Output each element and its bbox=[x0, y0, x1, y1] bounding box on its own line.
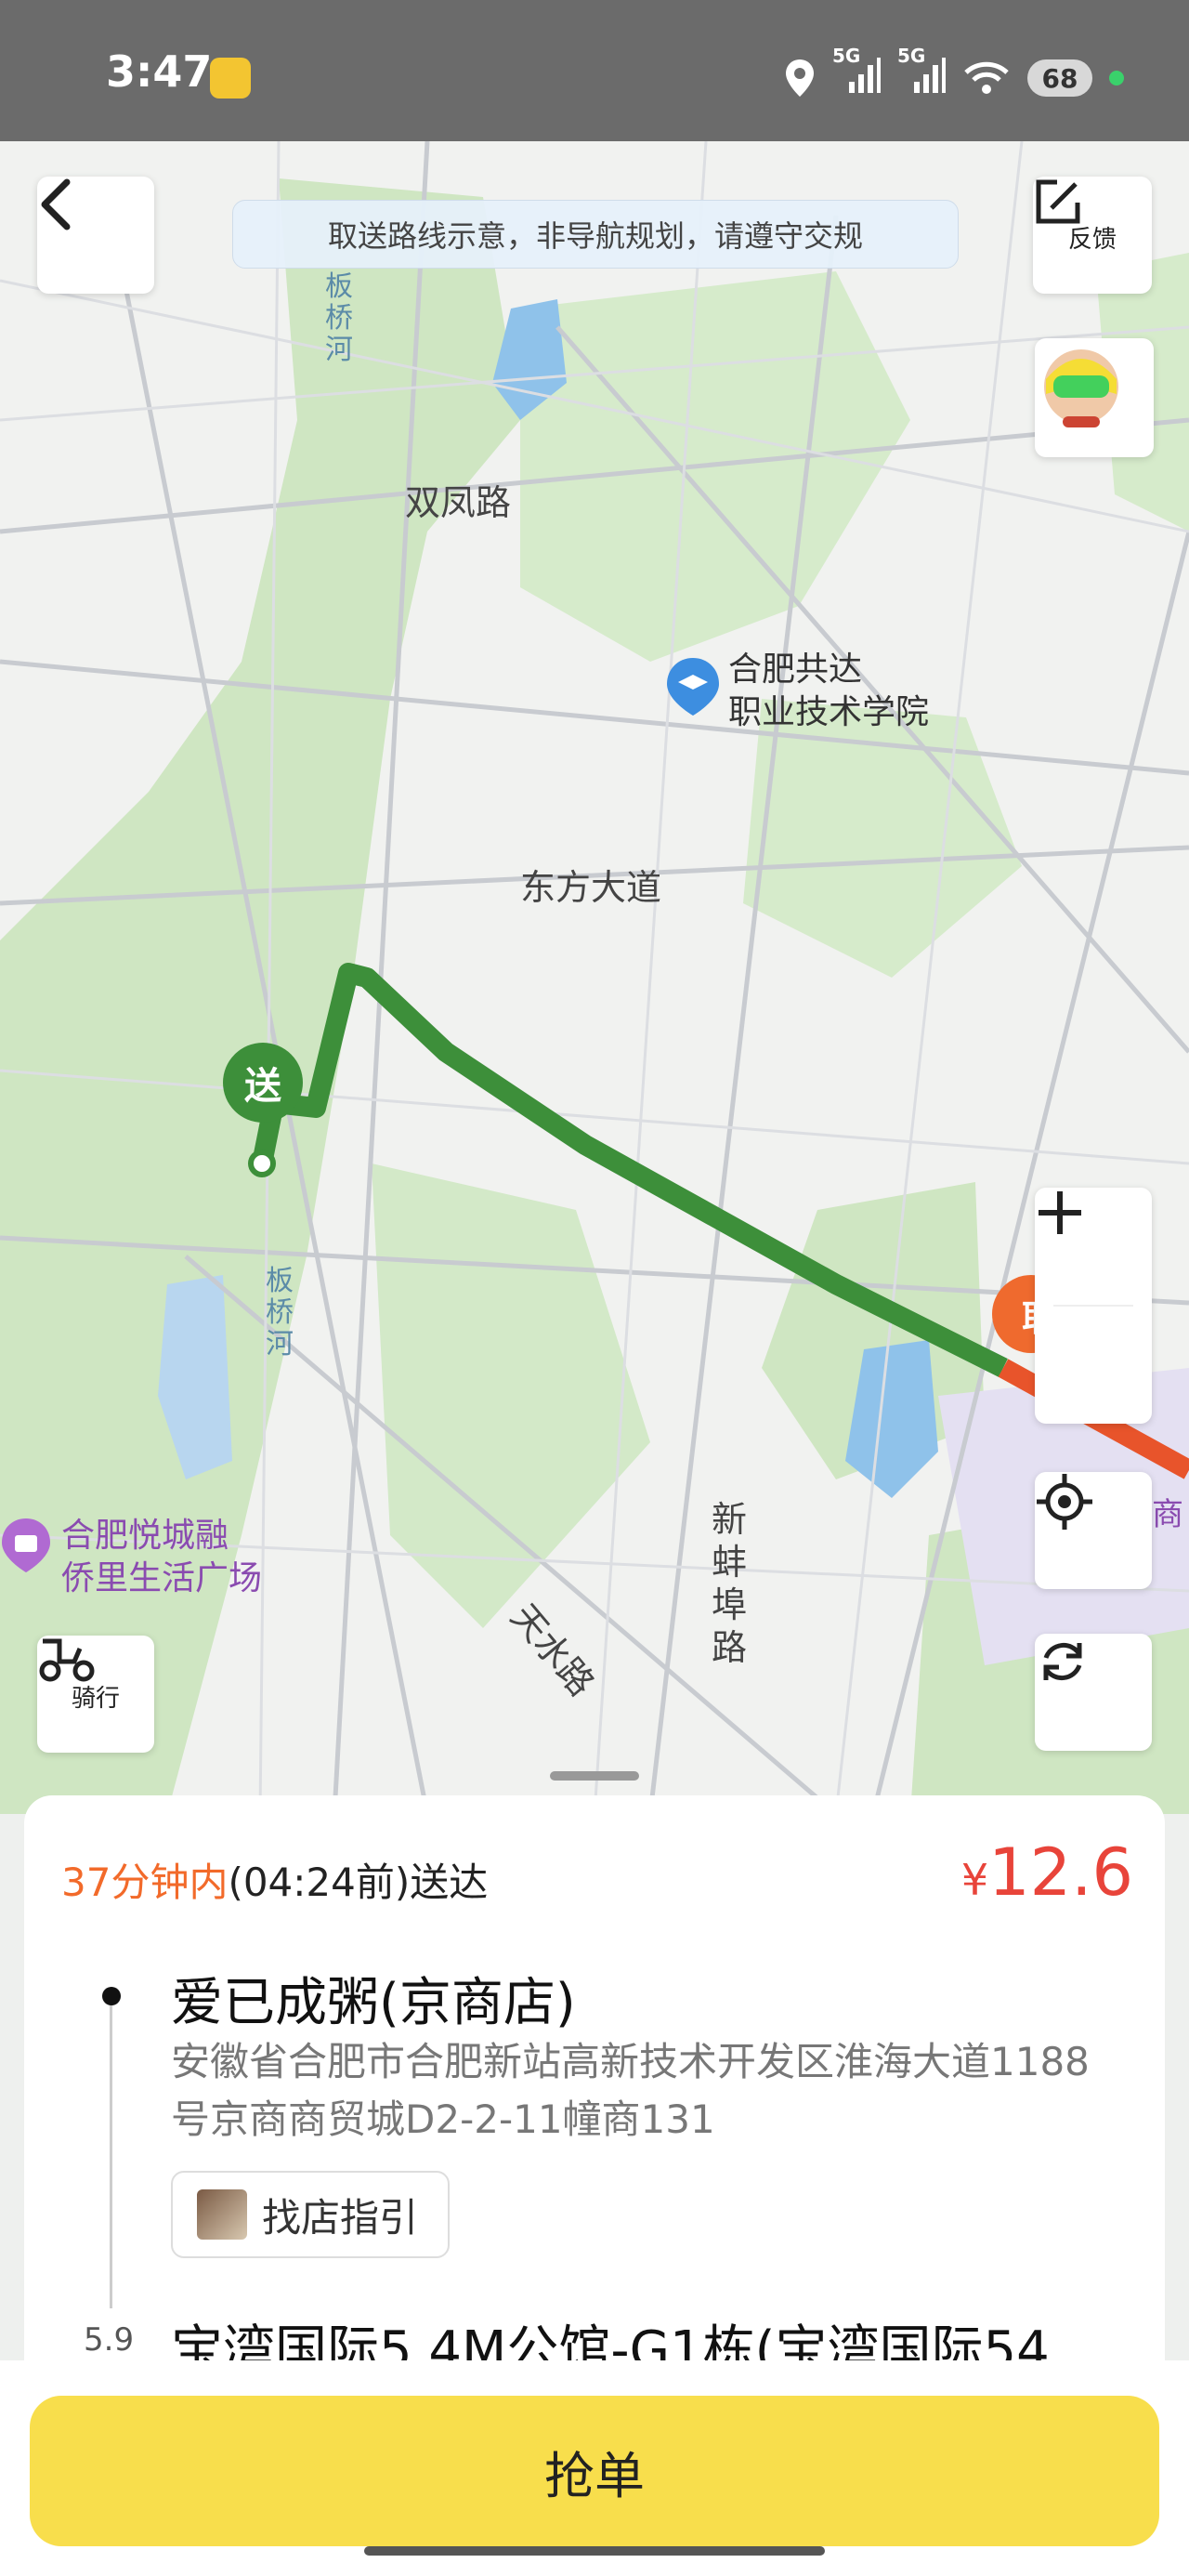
ride-mode-button[interactable]: 骑行 bbox=[37, 1636, 154, 1753]
assistant-avatar-button[interactable] bbox=[1035, 338, 1154, 457]
poi-school-line2: 职业技术学院 bbox=[728, 693, 930, 731]
grab-order-button[interactable]: 抢单 bbox=[30, 2396, 1159, 2546]
store-guide-button[interactable]: 找店指引 bbox=[171, 2171, 450, 2258]
scooter-icon bbox=[39, 1638, 95, 1682]
robot-avatar-icon bbox=[1044, 349, 1118, 427]
eta-minutes: 37分钟内 bbox=[61, 1860, 229, 1905]
ride-mode-label: 骑行 bbox=[71, 1684, 120, 1713]
distance-label: 5.9 bbox=[84, 2321, 135, 2359]
route-map[interactable]: 送 取 双凤路 东方大道 新蚌埠路 天水路 板桥河 板桥河 合肥共达 职业技术学… bbox=[0, 141, 1189, 1814]
back-arrow-icon bbox=[41, 178, 71, 230]
eta-deadline: (04:24前)送达 bbox=[228, 1860, 489, 1905]
signal-2-icon: 5G bbox=[897, 45, 946, 99]
poi-school[interactable]: 合肥共达 职业技术学院 bbox=[728, 649, 929, 734]
minus-icon bbox=[1039, 1210, 1081, 1216]
river-label: 板桥河 bbox=[325, 270, 353, 366]
back-button[interactable] bbox=[37, 177, 154, 294]
status-indicators: 5G 5G 68 bbox=[784, 45, 1124, 104]
poi-edge-label: 商 bbox=[1152, 1496, 1183, 1533]
price-value: 12.6 bbox=[988, 1834, 1133, 1911]
feedback-button[interactable]: 反馈 bbox=[1033, 177, 1152, 294]
signal-1-icon: 5G bbox=[832, 45, 881, 99]
poi-school-line1: 合肥共达 bbox=[728, 651, 863, 689]
order-price: ¥12.6 bbox=[961, 1834, 1133, 1911]
order-sheet: 37分钟内(04:24前)送达 ¥12.6 爱已成粥(京商店) 安徽省合肥市合肥… bbox=[24, 1795, 1165, 2446]
status-bar: 3:47 5G 5G 68 bbox=[0, 0, 1189, 141]
store-thumbnail bbox=[197, 2189, 247, 2240]
home-indicator bbox=[364, 2546, 825, 2556]
road-label: 东方大道 bbox=[520, 867, 662, 908]
status-time: 3:47 bbox=[106, 46, 213, 97]
signal-1-label: 5G bbox=[832, 44, 861, 67]
zoom-out-button[interactable] bbox=[1035, 1210, 1152, 1424]
zoom-controls bbox=[1035, 1188, 1152, 1424]
edit-icon bbox=[1036, 179, 1080, 224]
shopping-poi-icon bbox=[2, 1518, 50, 1572]
route-notice-banner: 取送路线示意，非导航规划，请遵守交规 bbox=[232, 200, 959, 269]
app-notification-icon bbox=[210, 58, 251, 99]
locate-icon bbox=[1037, 1474, 1092, 1530]
route-timeline-dot bbox=[102, 1987, 121, 2005]
delivery-eta: 37分钟内(04:24前)送达 bbox=[61, 1851, 488, 1908]
river-label: 板桥河 bbox=[266, 1265, 294, 1360]
poi-mall[interactable]: 合肥悦城融 侨里生活广场 bbox=[61, 1515, 262, 1600]
delivery-marker[interactable]: 送 bbox=[223, 1043, 303, 1123]
signal-2-label: 5G bbox=[897, 44, 926, 67]
road-label: 双凤路 bbox=[405, 482, 512, 523]
road-label: 新蚌埠路 bbox=[712, 1499, 748, 1668]
delivery-marker-label: 送 bbox=[244, 1065, 281, 1108]
price-symbol: ¥ bbox=[960, 1855, 989, 1905]
poi-mall-line1: 合肥悦城融 bbox=[61, 1517, 229, 1555]
store-guide-label: 找店指引 bbox=[262, 2194, 419, 2241]
wifi-icon bbox=[964, 61, 1009, 94]
locate-button[interactable] bbox=[1035, 1472, 1152, 1589]
battery-icon: 68 bbox=[1027, 59, 1092, 97]
route-timeline-line bbox=[110, 2005, 112, 2308]
school-poi-icon bbox=[667, 658, 719, 716]
privacy-indicator bbox=[1109, 71, 1124, 85]
location-icon bbox=[786, 59, 814, 97]
sheet-drag-handle[interactable] bbox=[550, 1771, 639, 1781]
refresh-button[interactable] bbox=[1035, 1634, 1152, 1751]
poi-mall-line2: 侨里生活广场 bbox=[61, 1559, 263, 1597]
refresh-icon bbox=[1043, 1642, 1082, 1681]
store-name: 爱已成粥(京商店) bbox=[171, 1973, 576, 2033]
store-address: 安徽省合肥市合肥新站高新技术开发区淮海大道1188号京商商贸城D2-2-11幢商… bbox=[171, 2039, 1090, 2142]
